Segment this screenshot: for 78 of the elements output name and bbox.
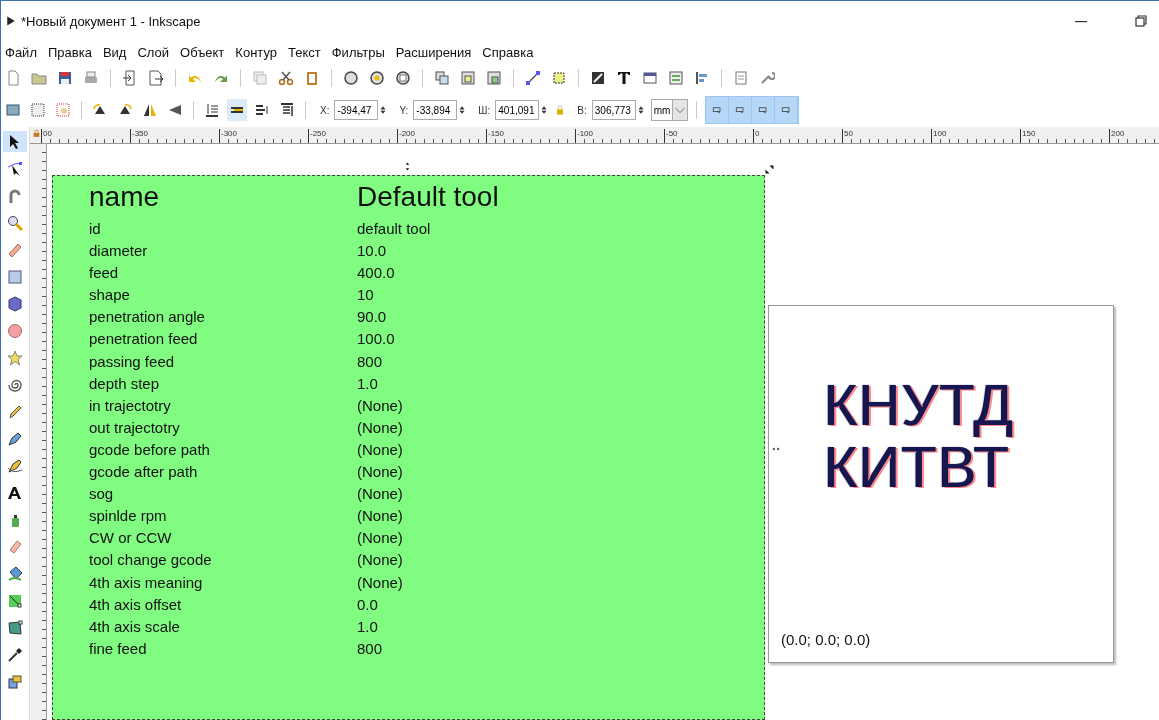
field-label: В: bbox=[577, 104, 587, 116]
table-cell-text: 4th axis offset bbox=[89, 594, 183, 615]
menu-item[interactable]: Фильтры bbox=[331, 44, 385, 60]
menu-item[interactable]: Контур bbox=[235, 44, 277, 60]
menu-item[interactable]: Вид bbox=[102, 44, 127, 60]
table-cell-text: gcode after path bbox=[89, 462, 199, 483]
table-cell-text: 10 bbox=[357, 285, 375, 306]
table-cell-text: passing feed bbox=[89, 351, 176, 372]
table-header: name bbox=[89, 180, 161, 214]
table-cell-text: 800 bbox=[357, 638, 384, 659]
menu-item[interactable]: Справка bbox=[482, 44, 534, 60]
menu-item[interactable]: Правка bbox=[47, 44, 92, 60]
table-cell-text: (None) bbox=[357, 572, 404, 593]
ruler-label: 0 bbox=[754, 129, 760, 138]
table-cell-text: out trajectotry bbox=[89, 417, 181, 438]
table-cell-text: tool change gcode bbox=[89, 550, 213, 571]
coordinate-label: (0.0; 0.0; 0.0) bbox=[781, 631, 871, 648]
table-cell-text: 1.0 bbox=[357, 373, 379, 394]
table-cell-text: depth step bbox=[89, 373, 161, 394]
field-label: Ш: bbox=[478, 104, 491, 116]
path-text: КНУТД bbox=[824, 374, 1015, 436]
table-cell-text: id bbox=[89, 219, 102, 239]
table-cell-text: (None) bbox=[357, 395, 404, 416]
table-cell-text: 100.0 bbox=[357, 329, 396, 350]
table-cell-text: penetration feed bbox=[89, 329, 199, 350]
table-cell-text: (None) bbox=[357, 439, 404, 460]
table-cell-text: diameter bbox=[89, 241, 149, 262]
number-field[interactable]: -394,47 bbox=[334, 100, 379, 120]
table-cell-text: (None) bbox=[357, 528, 404, 549]
table-cell-text: 10.0 bbox=[357, 241, 388, 262]
number-field[interactable]: 401,091 bbox=[495, 100, 540, 120]
table-cell-text: 800 bbox=[357, 351, 384, 372]
table-cell-text: spinlde rpm bbox=[89, 506, 168, 527]
ruler-label: -300 bbox=[220, 129, 237, 138]
table-header: Default tool bbox=[357, 180, 500, 214]
table-cell-text: 90.0 bbox=[357, 307, 388, 328]
menu-item[interactable]: Объект bbox=[180, 44, 225, 60]
ruler-label: -50 bbox=[665, 129, 678, 138]
menu-item[interactable]: Расширения bbox=[395, 44, 472, 60]
table-cell-text: (None) bbox=[357, 462, 404, 483]
unit-dropdown[interactable]: mm bbox=[650, 99, 689, 121]
field-label: X: bbox=[320, 104, 330, 116]
table-cell-text: (None) bbox=[357, 550, 404, 571]
ruler-label: 00 bbox=[42, 129, 52, 138]
ruler-label: -150 bbox=[487, 129, 504, 138]
table-cell-text: 4th axis scale bbox=[89, 616, 181, 637]
table-cell-text: penetration angle bbox=[89, 307, 206, 328]
table-cell-text: (None) bbox=[357, 484, 404, 505]
path-text: КИТВТ bbox=[824, 436, 1011, 498]
table-cell-text: 1.0 bbox=[357, 616, 379, 637]
table-cell-text: default tool bbox=[357, 219, 432, 239]
field-label: Y: bbox=[399, 104, 409, 116]
menu-item[interactable]: Текст bbox=[288, 44, 321, 60]
ruler-label: -250 bbox=[309, 129, 326, 138]
menu-item[interactable]: Файл bbox=[5, 44, 37, 60]
table-cell-text: 4th axis meaning bbox=[89, 572, 204, 593]
window-title: *Новый документ 1 - Inkscape bbox=[21, 13, 201, 29]
ruler-label: -100 bbox=[576, 129, 593, 138]
menu-item[interactable]: Слой bbox=[137, 44, 170, 60]
table-cell-text: in trajectotry bbox=[89, 395, 172, 416]
number-field[interactable]: 306,773 bbox=[591, 100, 636, 120]
table-cell-text: (None) bbox=[357, 506, 404, 527]
table-cell-text: (None) bbox=[357, 417, 404, 438]
table-cell-text: gcode before path bbox=[89, 439, 211, 460]
table-cell-text: shape bbox=[89, 285, 131, 306]
ruler-label: -350 bbox=[131, 129, 148, 138]
table-cell-text: feed bbox=[89, 263, 120, 284]
ruler-label: 100 bbox=[932, 129, 947, 138]
table-cell-text: 400.0 bbox=[357, 263, 396, 284]
table-cell-text: CW or CCW bbox=[89, 528, 173, 549]
ruler-label: 50 bbox=[843, 129, 853, 138]
ruler-label: 150 bbox=[1021, 129, 1036, 138]
ruler-label: 200 bbox=[1110, 129, 1125, 138]
ruler-label: -200 bbox=[398, 129, 415, 138]
number-field[interactable]: -33,894 bbox=[413, 100, 458, 120]
table-cell-text: fine feed bbox=[89, 638, 148, 659]
table-cell-text: sog bbox=[89, 484, 115, 505]
table-cell-text: 0.0 bbox=[357, 594, 379, 615]
